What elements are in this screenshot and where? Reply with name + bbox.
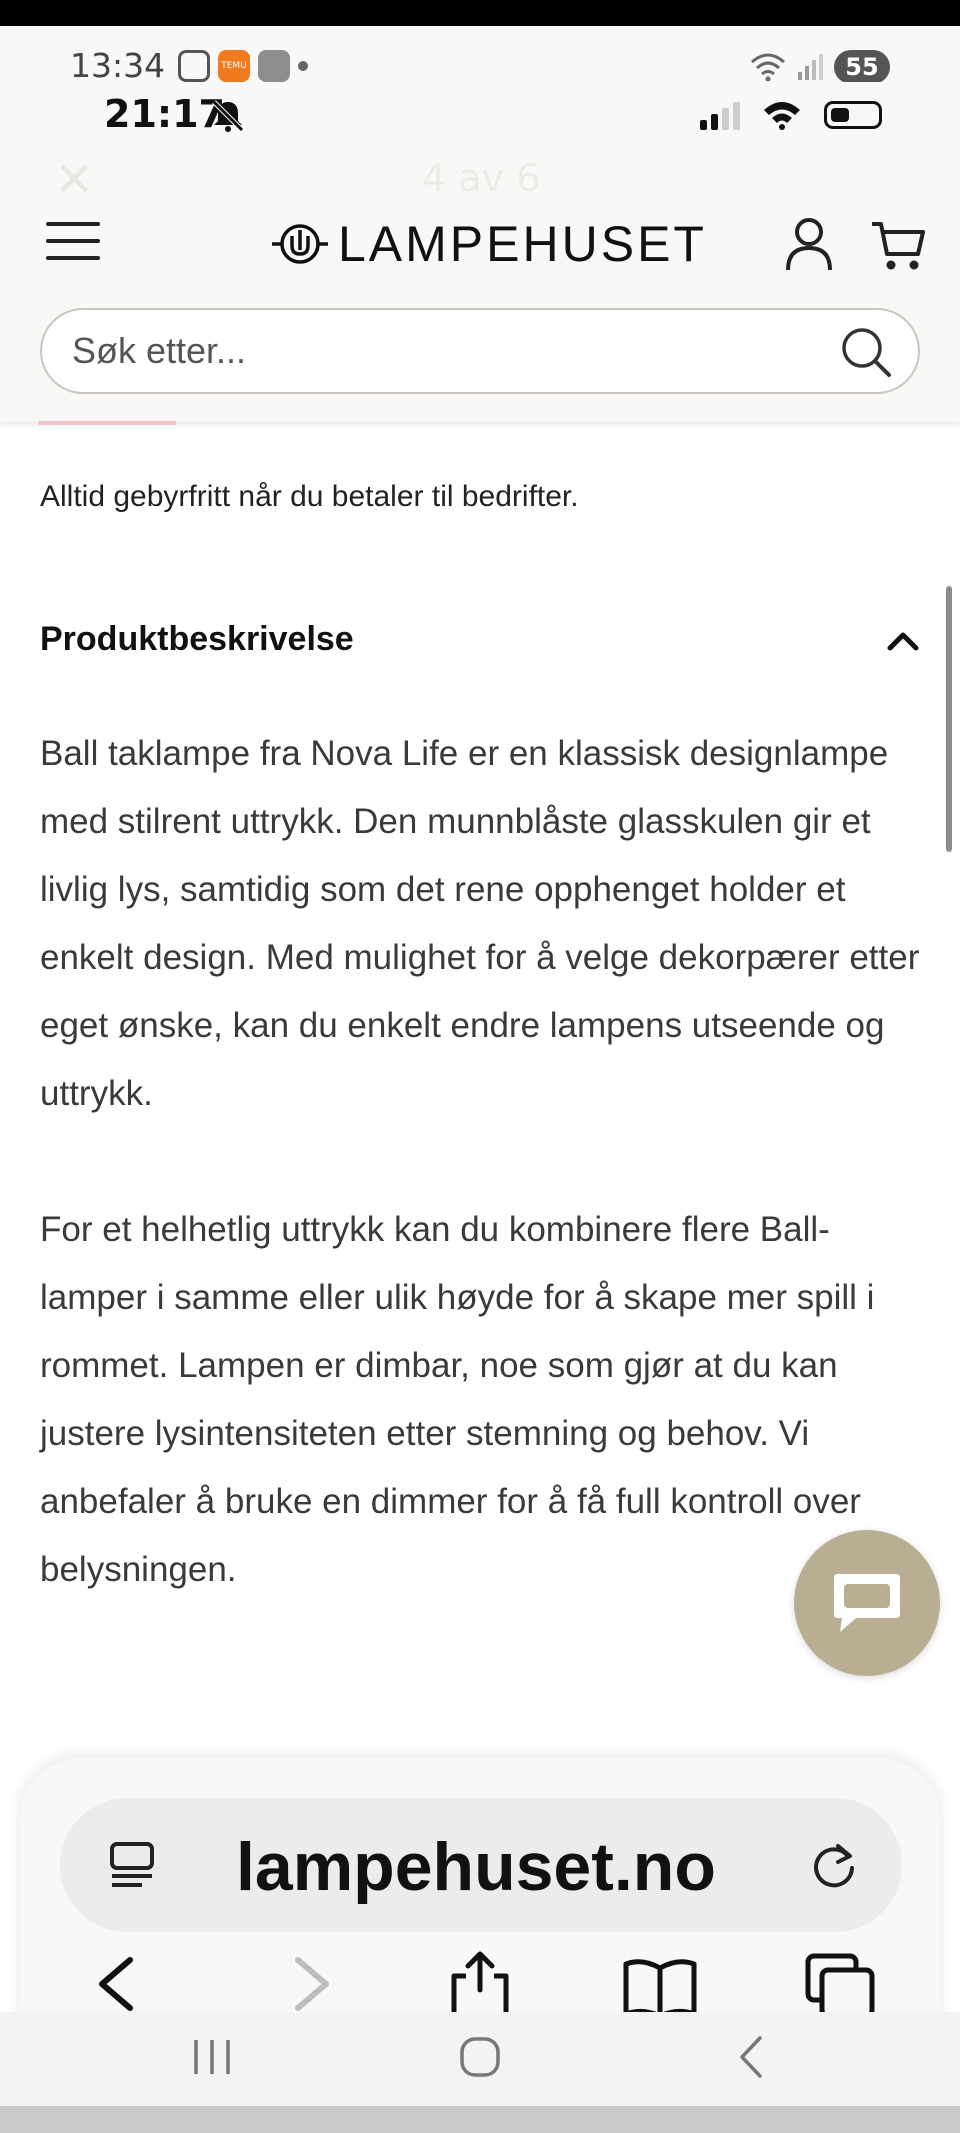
system-status-icons: 55 — [750, 50, 890, 84]
android-nav-bar — [0, 2012, 960, 2106]
signal-bars-icon — [700, 100, 740, 130]
search-input[interactable] — [72, 310, 832, 392]
user-icon[interactable] — [784, 216, 834, 272]
recents-icon[interactable] — [190, 2032, 234, 2082]
search-box[interactable] — [40, 308, 920, 394]
product-description: Ball taklampe fra Nova Life er en klassi… — [40, 720, 920, 1604]
home-icon[interactable] — [456, 2032, 504, 2082]
temu-app-icon: TEMU — [218, 50, 250, 82]
battery-percent-badge: 55 — [834, 50, 890, 84]
page-scrollbar[interactable] — [946, 586, 952, 852]
android-status-bar: 13:34 TEMU 55 — [0, 26, 960, 85]
back-icon[interactable] — [80, 1950, 160, 2020]
android-clock: 13:34 — [70, 46, 166, 85]
description-paragraph-1: Ball taklampe fra Nova Life er en klassi… — [40, 734, 920, 1113]
payment-note: Alltid gebyrfritt når du betaler til bed… — [40, 480, 579, 513]
cart-icon[interactable] — [870, 218, 926, 274]
chat-button[interactable] — [794, 1530, 940, 1676]
stack-app-icon — [258, 50, 290, 82]
logo-mark-icon — [272, 224, 328, 264]
gallery-overlay-header: ✕ 4 av 6 — [0, 148, 960, 208]
partial-badge — [38, 421, 176, 425]
forward-icon[interactable] — [268, 1950, 348, 2020]
ios-clock: 21:17 — [104, 92, 225, 136]
bottom-edge-strip — [0, 2106, 960, 2133]
browser-toolbar — [0, 1950, 960, 2020]
chevron-up-icon[interactable] — [886, 628, 920, 654]
ios-wifi-icon — [764, 102, 800, 130]
product-description-accordion[interactable]: Produktbeskrivelse — [40, 620, 920, 670]
android-top-strip — [0, 0, 960, 26]
bookmarks-icon[interactable] — [620, 1950, 700, 2020]
reader-icon[interactable] — [108, 1840, 160, 1890]
reload-icon[interactable] — [808, 1840, 860, 1892]
more-notifications-dot-icon — [298, 61, 308, 71]
logo-text: LAMPEHUSET — [338, 216, 707, 272]
face-notification-icon — [178, 50, 210, 82]
gallery-close-icon[interactable]: ✕ — [54, 152, 94, 208]
description-paragraph-2: For et helhetlig uttrykk kan du kombiner… — [40, 1210, 875, 1589]
notification-icons: TEMU — [178, 50, 308, 82]
section-title: Produktbeskrivelse — [40, 620, 354, 658]
hamburger-menu-icon[interactable] — [46, 222, 100, 266]
search-icon[interactable] — [840, 326, 892, 378]
ios-status-icons — [700, 100, 882, 130]
wifi-icon — [751, 53, 785, 82]
share-icon[interactable] — [440, 1950, 520, 2020]
site-logo[interactable]: LAMPEHUSET — [270, 214, 707, 274]
nav-back-icon[interactable] — [730, 2032, 774, 2082]
url-text[interactable]: lampehuset.no — [236, 1828, 716, 1906]
address-bar[interactable]: lampehuset.no — [60, 1798, 902, 1932]
tabs-icon[interactable] — [800, 1950, 880, 2020]
bell-muted-icon — [212, 100, 244, 132]
site-header: LAMPEHUSET — [0, 208, 960, 422]
gallery-counter: 4 av 6 — [422, 156, 541, 200]
chat-icon — [834, 1574, 900, 1632]
cell-signal-icon — [798, 54, 823, 80]
product-content: Alltid gebyrfritt når du betaler til bed… — [40, 480, 920, 1589]
ios-status-bar: 21:17 — [0, 82, 960, 148]
ios-battery-icon — [824, 101, 882, 129]
